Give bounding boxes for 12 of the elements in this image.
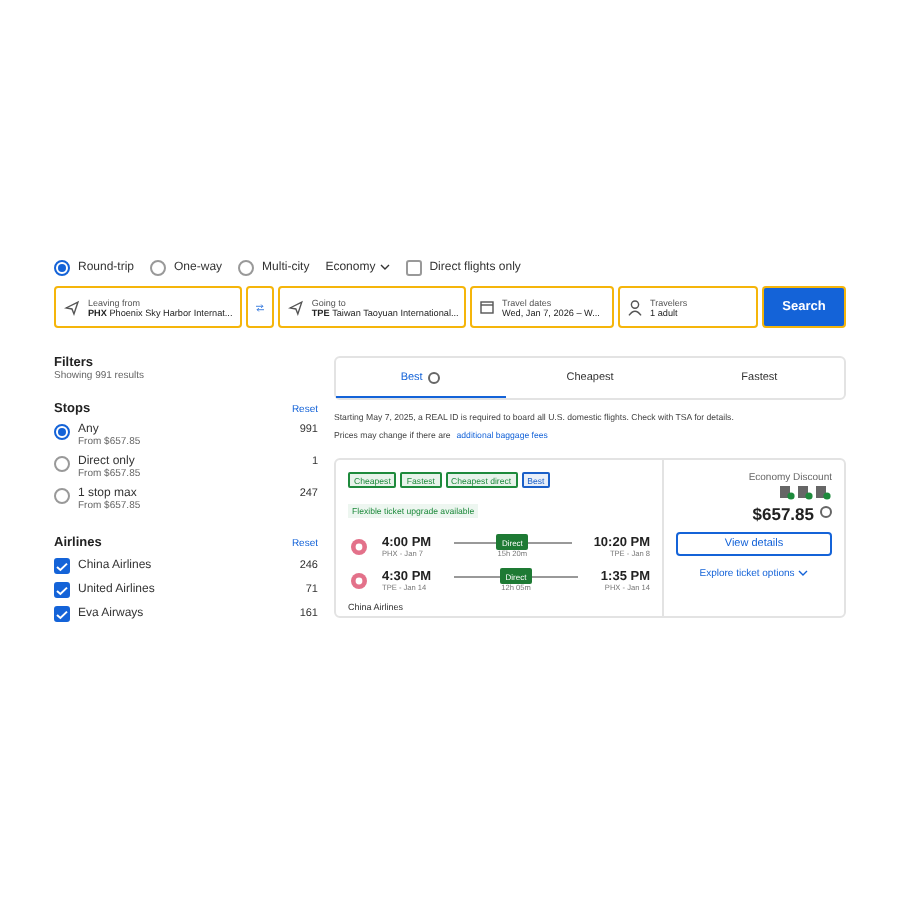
- calendar-icon: [480, 300, 494, 314]
- checkmark-icon: [56, 585, 68, 595]
- checkmark-icon: [56, 609, 68, 619]
- plane-icon: [288, 299, 304, 315]
- chevron-down-icon: [798, 570, 809, 576]
- checkmark-icon: [56, 561, 68, 571]
- plane-icon: [64, 299, 80, 315]
- chevron-down-icon: [379, 264, 390, 270]
- swap-arrows-icon: [256, 301, 264, 313]
- amenities-icon: [780, 484, 832, 500]
- price: $657.85: [752, 504, 814, 524]
- person-icon: [628, 299, 642, 315]
